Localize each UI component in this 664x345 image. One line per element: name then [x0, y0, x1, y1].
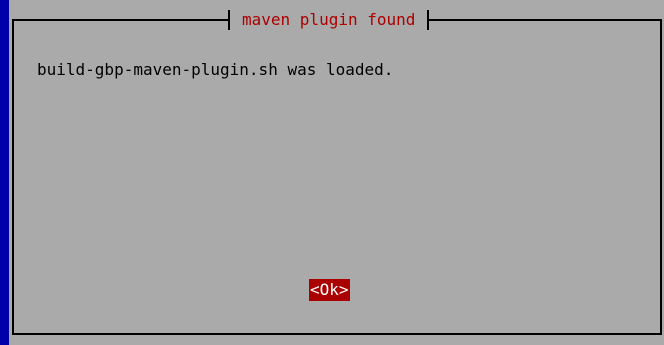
ok-button[interactable]: <Ok> [309, 279, 350, 301]
dialog-title-bar: maven plugin found [228, 9, 430, 31]
dialog-message: build-gbp-maven-plugin.sh was loaded. [37, 60, 394, 79]
title-right-tick [427, 10, 430, 30]
dialog-title: maven plugin found [242, 10, 416, 29]
